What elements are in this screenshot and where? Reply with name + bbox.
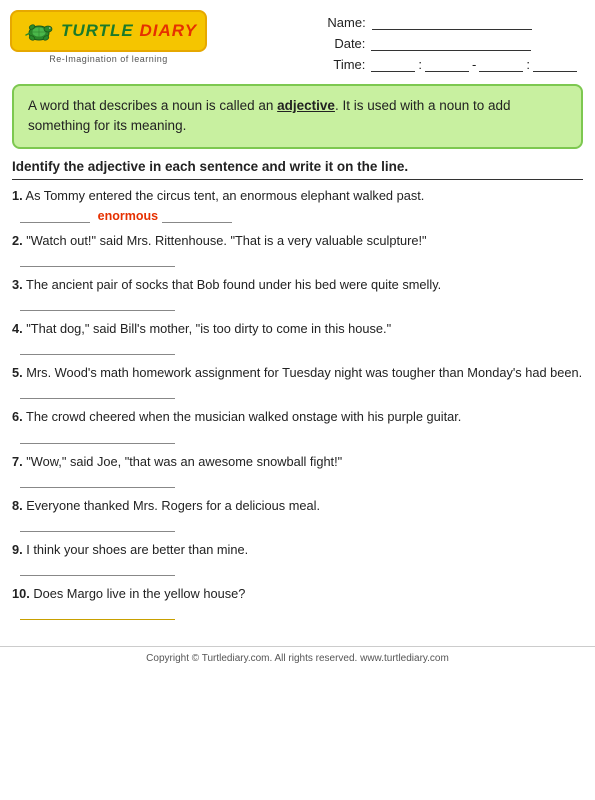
logo-box: TURTLE DIARY xyxy=(10,10,207,52)
question-9-text: 9. I think your shoes are better than mi… xyxy=(12,540,583,559)
question-3: 3. The ancient pair of socks that Bob fo… xyxy=(12,275,583,311)
answer-line-4 xyxy=(20,341,175,355)
question-7: 7. "Wow," said Joe, "that was an awesome… xyxy=(12,452,583,488)
question-5: 5. Mrs. Wood's math homework assignment … xyxy=(12,363,583,399)
question-10-text: 10. Does Margo live in the yellow house? xyxy=(12,584,583,603)
answer-line-3 xyxy=(20,297,175,311)
date-input[interactable] xyxy=(371,35,531,51)
time-label: Time: xyxy=(327,57,365,72)
question-9: 9. I think your shoes are better than mi… xyxy=(12,540,583,576)
question-3-text: 3. The ancient pair of socks that Bob fo… xyxy=(12,275,583,294)
answer-line-5 xyxy=(20,385,175,399)
instructions: Identify the adjective in each sentence … xyxy=(12,159,583,180)
question-7-text: 7. "Wow," said Joe, "that was an awesome… xyxy=(12,452,583,471)
name-label: Name: xyxy=(327,15,365,30)
answer-1-text: enormous xyxy=(98,209,158,223)
question-1: 1. As Tommy entered the circus tent, an … xyxy=(12,186,583,223)
answer-line-8 xyxy=(20,518,175,532)
logo-area: TURTLE DIARY Re-Imagination of learning xyxy=(10,10,207,64)
info-box: A word that describes a noun is called a… xyxy=(12,84,583,149)
question-10: 10. Does Margo live in the yellow house? xyxy=(12,584,583,620)
info-bold-word: adjective xyxy=(277,98,335,113)
info-text-before: A word that describes a noun is called a… xyxy=(28,98,277,113)
header-fields: Name: Date: Time: : - : xyxy=(327,10,577,72)
turtle-icon xyxy=(20,16,58,46)
question-8-text: 8. Everyone thanked Mrs. Rogers for a de… xyxy=(12,496,583,515)
question-5-text: 5. Mrs. Wood's math homework assignment … xyxy=(12,363,583,382)
name-row: Name: xyxy=(327,14,577,30)
question-1-text: 1. As Tommy entered the circus tent, an … xyxy=(12,186,583,205)
answer-line-6 xyxy=(20,430,175,444)
time-sep-1: : xyxy=(418,57,422,72)
time-input-1[interactable] xyxy=(371,56,415,72)
time-input-3[interactable] xyxy=(479,56,523,72)
question-4: 4. "That dog," said Bill's mother, "is t… xyxy=(12,319,583,355)
questions-section: 1. As Tommy entered the circus tent, an … xyxy=(0,186,595,639)
name-input[interactable] xyxy=(372,14,532,30)
answer-line-2 xyxy=(20,253,175,267)
time-sep-3: : xyxy=(526,57,530,72)
answer-line-10 xyxy=(20,606,175,620)
time-sep-2: - xyxy=(472,57,476,72)
footer-text: Copyright © Turtlediary.com. All rights … xyxy=(146,653,449,664)
time-fields: : - : xyxy=(371,56,577,72)
question-4-text: 4. "That dog," said Bill's mother, "is t… xyxy=(12,319,583,338)
question-6-text: 6. The crowd cheered when the musician w… xyxy=(12,407,583,426)
question-2-text: 2. "Watch out!" said Mrs. Rittenhouse. "… xyxy=(12,231,583,250)
question-6: 6. The crowd cheered when the musician w… xyxy=(12,407,583,443)
answer-line-7 xyxy=(20,474,175,488)
answer-line-9 xyxy=(20,562,175,576)
date-label: Date: xyxy=(327,36,365,51)
logo-tagline: Re-Imagination of learning xyxy=(49,54,168,64)
time-row: Time: : - : xyxy=(327,56,577,72)
question-2: 2. "Watch out!" said Mrs. Rittenhouse. "… xyxy=(12,231,583,267)
question-8: 8. Everyone thanked Mrs. Rogers for a de… xyxy=(12,496,583,532)
logo-text: TURTLE DIARY xyxy=(61,21,197,41)
footer: Copyright © Turtlediary.com. All rights … xyxy=(0,646,595,668)
time-input-4[interactable] xyxy=(533,56,577,72)
header: TURTLE DIARY Re-Imagination of learning … xyxy=(0,0,595,78)
time-input-2[interactable] xyxy=(425,56,469,72)
date-row: Date: xyxy=(327,35,577,51)
